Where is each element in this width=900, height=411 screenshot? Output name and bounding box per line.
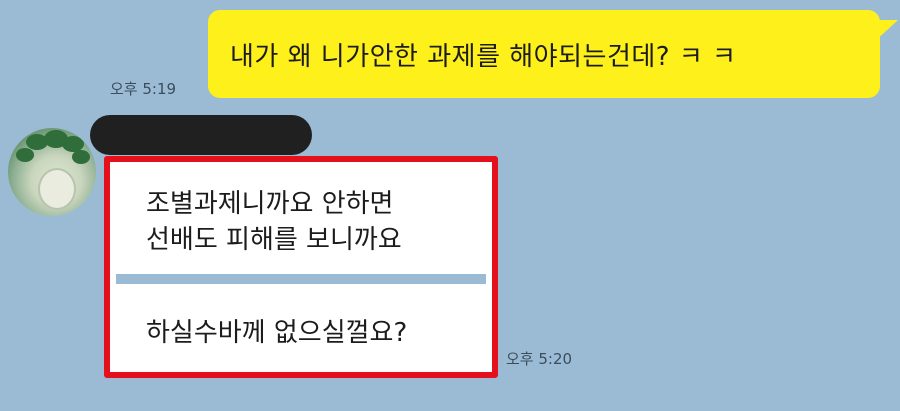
incoming-message-bubble[interactable]: 조별과제니까요 안하면 선배도 피해를 보니까요 xyxy=(116,172,486,272)
incoming-message-line: 하실수바께 없으실껄요? xyxy=(146,318,408,348)
message-gap xyxy=(116,274,486,284)
avatar-leaf xyxy=(16,148,34,162)
outgoing-message-bubble[interactable]: 내가 왜 니가안한 과제를 해야되는건데? ㅋ ㅋ xyxy=(208,10,898,98)
bubble-tail xyxy=(874,20,898,42)
incoming-message-line: 선배도 피해를 보니까요 xyxy=(146,225,402,255)
incoming-message-time: 오후 5:20 xyxy=(506,350,573,368)
incoming-message-bubble[interactable]: 하실수바께 없으실껄요? xyxy=(116,284,486,368)
redacted-sender-name xyxy=(90,115,312,155)
avatar-face xyxy=(38,168,76,210)
chat-window: 내가 왜 니가안한 과제를 해야되는건데? ㅋ ㅋ 오후 5:19 조별과제니까… xyxy=(0,0,900,411)
sender-avatar[interactable] xyxy=(8,128,96,216)
highlight-box: 조별과제니까요 안하면 선배도 피해를 보니까요 하실수바께 없으실껄요? xyxy=(104,156,498,378)
incoming-message-line: 조별과제니까요 안하면 xyxy=(146,189,394,219)
outgoing-message-text: 내가 왜 니가안한 과제를 해야되는건데? ㅋ ㅋ xyxy=(230,41,737,72)
outgoing-message-time: 오후 5:19 xyxy=(110,80,177,98)
avatar-leaf xyxy=(72,150,90,164)
